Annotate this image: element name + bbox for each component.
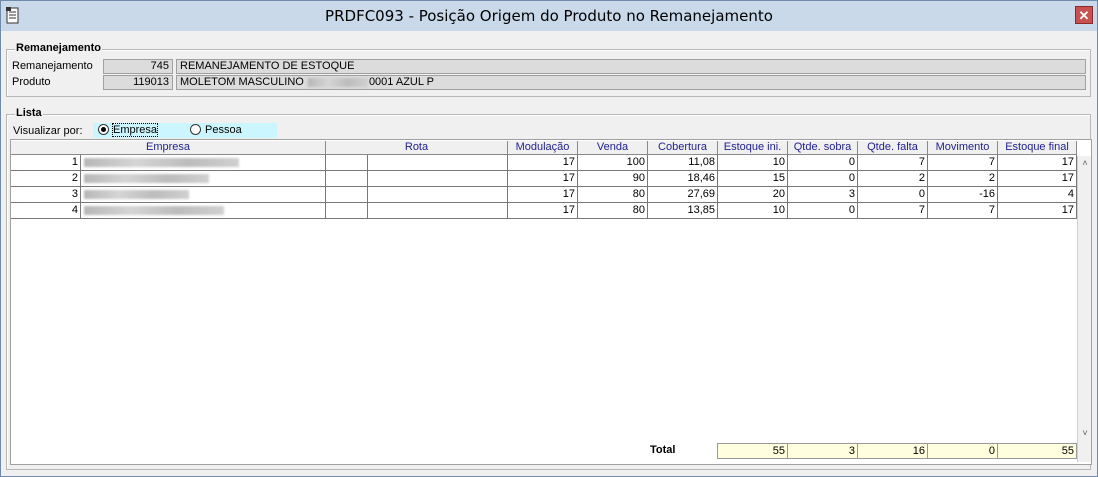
total-estoque-final: 55	[997, 443, 1077, 459]
cell-movimento[interactable]: 7	[928, 203, 998, 219]
cell-qtde-sobra[interactable]: 0	[788, 171, 858, 187]
cell-estoque-ini[interactable]: 10	[718, 155, 788, 171]
cell-estoque-ini[interactable]: 20	[718, 187, 788, 203]
column-header-venda[interactable]: Venda	[578, 141, 648, 155]
cell-empresa[interactable]	[81, 155, 326, 171]
column-header-movimento[interactable]: Movimento	[928, 141, 998, 155]
total-movimento: 0	[927, 443, 998, 459]
cell-modulacao[interactable]: 17	[508, 171, 578, 187]
cell-qtde-falta[interactable]: 7	[858, 155, 928, 171]
produto-desc-suffix: 0001 AZUL P	[368, 76, 434, 88]
cell-cobertura[interactable]: 11,08	[648, 155, 718, 171]
cell-qtde-falta[interactable]: 7	[858, 203, 928, 219]
lista-group-legend: Lista	[15, 107, 43, 119]
column-header-qtde-falta[interactable]: Qtde. falta	[858, 141, 928, 155]
cell-venda[interactable]: 90	[578, 171, 648, 187]
produto-label: Produto	[12, 76, 51, 88]
remanejamento-desc-field: REMANEJAMENTO DE ESTOQUE	[176, 59, 1086, 74]
cell-qtde-sobra[interactable]: 0	[788, 155, 858, 171]
cell-qtde-falta[interactable]: 0	[858, 187, 928, 203]
cell-movimento[interactable]: 2	[928, 171, 998, 187]
cell-qtde-falta[interactable]: 2	[858, 171, 928, 187]
main-window: PRDFC093 - Posição Origem do Produto no …	[0, 0, 1098, 477]
cell-venda[interactable]: 80	[578, 203, 648, 219]
column-header-empresa[interactable]: Empresa	[11, 141, 326, 155]
cell-rota-b[interactable]	[368, 203, 508, 219]
total-estoque-ini: 55	[717, 443, 788, 459]
visualizar-por-label: Visualizar por:	[13, 125, 83, 137]
redacted-text	[84, 189, 189, 199]
produto-code-field: 119013	[103, 75, 173, 90]
visualizar-por-radio-group: Empresa Pessoa	[93, 123, 277, 138]
cell-rota-b[interactable]	[368, 187, 508, 203]
redacted-text	[84, 205, 224, 215]
total-label: Total	[650, 444, 676, 456]
cell-estoque-final[interactable]: 17	[998, 203, 1077, 219]
vertical-scrollbar[interactable]: ˄ ˅	[1077, 156, 1091, 462]
cell-modulacao[interactable]: 17	[508, 203, 578, 219]
column-header-modulacao[interactable]: Modulação	[508, 141, 578, 155]
radio-pessoa-label[interactable]: Pessoa	[205, 124, 242, 136]
radio-empresa-label[interactable]: Empresa	[111, 123, 159, 137]
cell-rota-a[interactable]	[326, 203, 368, 219]
cell-estoque-ini[interactable]: 10	[718, 203, 788, 219]
cell-venda[interactable]: 80	[578, 187, 648, 203]
column-header-estoque-ini[interactable]: Estoque ini.	[718, 141, 788, 155]
cell-estoque-final[interactable]: 17	[998, 155, 1077, 171]
radio-pessoa[interactable]	[190, 124, 201, 135]
cell-cobertura[interactable]: 13,85	[648, 203, 718, 219]
cell-rota-b[interactable]	[368, 155, 508, 171]
cell-rota-a[interactable]	[326, 187, 368, 203]
cell-empresa[interactable]	[81, 187, 326, 203]
close-button[interactable]: ✕	[1075, 6, 1093, 24]
remanejamento-label: Remanejamento	[12, 60, 93, 72]
data-grid[interactable]: Empresa Rota Modulação Venda Cobertura E…	[10, 139, 1092, 465]
radio-empresa[interactable]	[98, 124, 109, 135]
scroll-up-arrow[interactable]: ˄	[1078, 156, 1091, 170]
produto-desc-field: MOLETOM MASCULINO 0001 AZUL P	[176, 75, 1086, 90]
cell-estoque-final[interactable]: 4	[998, 187, 1077, 203]
cell-venda[interactable]: 100	[578, 155, 648, 171]
window-title: PRDFC093 - Posição Origem do Produto no …	[325, 7, 773, 25]
scroll-down-arrow[interactable]: ˅	[1078, 426, 1091, 440]
cell-movimento[interactable]: -16	[928, 187, 998, 203]
cell-modulacao[interactable]: 17	[508, 155, 578, 171]
total-qtde-falta: 16	[857, 443, 928, 459]
cell-rota-b[interactable]	[368, 171, 508, 187]
cell-empresa[interactable]	[81, 171, 326, 187]
column-header-cobertura[interactable]: Cobertura	[648, 141, 718, 155]
cell-cobertura[interactable]: 27,69	[648, 187, 718, 203]
title-bar[interactable]: PRDFC093 - Posição Origem do Produto no …	[1, 1, 1097, 31]
cell-estoque-ini[interactable]: 15	[718, 171, 788, 187]
remanejamento-group: Remanejamento Remanejamento 745 REMANEJA…	[6, 42, 1091, 97]
cell-index[interactable]: 1	[11, 155, 81, 171]
cell-modulacao[interactable]: 17	[508, 187, 578, 203]
cell-qtde-sobra[interactable]: 0	[788, 203, 858, 219]
column-header-qtde-sobra[interactable]: Qtde. sobra	[788, 141, 858, 155]
redacted-text	[307, 77, 368, 87]
cell-cobertura[interactable]: 18,46	[648, 171, 718, 187]
cell-index[interactable]: 3	[11, 187, 81, 203]
redacted-text	[84, 173, 209, 183]
column-header-rota[interactable]: Rota	[326, 141, 508, 155]
cell-rota-a[interactable]	[326, 171, 368, 187]
cell-movimento[interactable]: 7	[928, 155, 998, 171]
total-qtde-sobra: 3	[787, 443, 858, 459]
client-area: Remanejamento Remanejamento 745 REMANEJA…	[5, 31, 1093, 472]
cell-index[interactable]: 2	[11, 171, 81, 187]
produto-desc-prefix: MOLETOM MASCULINO	[180, 76, 304, 88]
cell-empresa[interactable]	[81, 203, 326, 219]
cell-estoque-final[interactable]: 17	[998, 171, 1077, 187]
cell-rota-a[interactable]	[326, 155, 368, 171]
cell-index[interactable]: 4	[11, 203, 81, 219]
remanejamento-code-field: 745	[103, 59, 173, 74]
redacted-text	[84, 157, 239, 167]
column-header-estoque-final[interactable]: Estoque final	[998, 141, 1077, 155]
cell-qtde-sobra[interactable]: 3	[788, 187, 858, 203]
remanejamento-group-legend: Remanejamento	[15, 42, 102, 54]
